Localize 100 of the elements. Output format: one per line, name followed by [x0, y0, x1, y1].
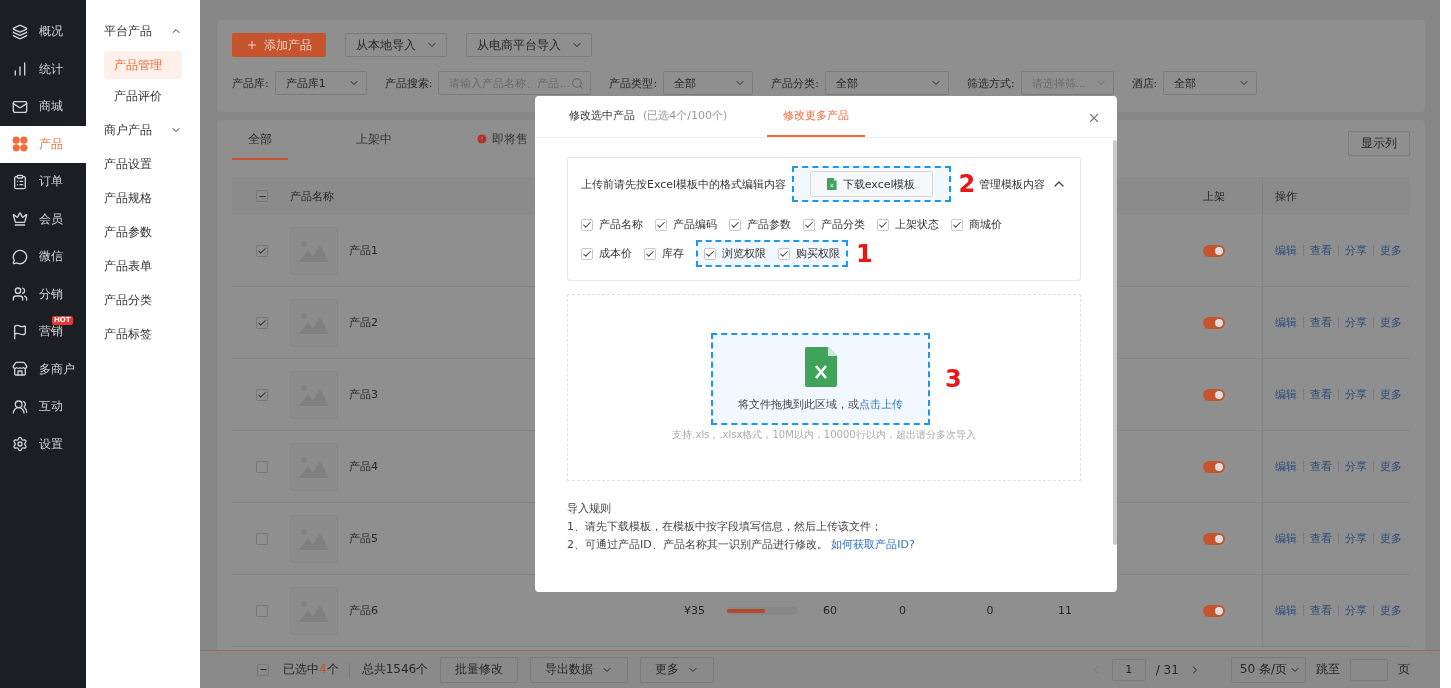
action-link[interactable]: 更多 — [1380, 243, 1402, 258]
page-size-select[interactable]: 50 条/页 — [1230, 656, 1306, 683]
checkbox[interactable] — [256, 244, 268, 257]
action-link[interactable]: 分享 — [1345, 387, 1367, 402]
action-link[interactable]: 更多 — [1380, 459, 1402, 474]
action-link[interactable]: 更多 — [1380, 603, 1402, 618]
sidebar-item[interactable]: 互动 — [0, 388, 86, 426]
checkbox-label[interactable]: 购买权限 — [796, 246, 840, 261]
toggle-switch[interactable] — [1203, 388, 1225, 401]
toggle-switch[interactable] — [1203, 532, 1225, 545]
manage-template-link[interactable]: 管理模板内容 — [979, 176, 1045, 192]
sidebar-item[interactable]: 概况 — [0, 13, 86, 51]
checkbox[interactable] — [256, 388, 268, 401]
help-link[interactable]: 如何获取产品ID? — [831, 538, 915, 551]
dialog-tab[interactable]: 修改选中产品 (已选4个/100个) — [569, 96, 728, 137]
nav-item[interactable]: 产品评价 — [104, 82, 182, 110]
batch-edit-button[interactable]: 批量修改 — [440, 656, 519, 683]
nav-item[interactable]: 产品标签 — [86, 317, 200, 351]
checkbox[interactable] — [256, 316, 268, 329]
sidebar-item[interactable]: 微信 — [0, 238, 86, 276]
action-link[interactable]: 查看 — [1310, 459, 1332, 474]
checkbox-label[interactable]: 产品编码 — [673, 217, 717, 232]
action-link[interactable]: 分享 — [1345, 243, 1367, 258]
action-link[interactable]: 查看 — [1310, 603, 1332, 618]
checkbox[interactable] — [257, 663, 269, 676]
checkbox[interactable] — [877, 218, 889, 231]
action-link[interactable]: 分享 — [1345, 459, 1367, 474]
columns-button[interactable]: 显示列 — [1348, 130, 1410, 156]
filter-select[interactable]: 产品库1 — [274, 71, 367, 95]
action-link[interactable]: 编辑 — [1275, 603, 1297, 618]
checkbox[interactable] — [581, 218, 593, 231]
action-link[interactable]: 编辑 — [1275, 387, 1297, 402]
checkbox[interactable] — [256, 604, 268, 617]
action-link[interactable]: 编辑 — [1275, 531, 1297, 546]
checkbox[interactable] — [803, 218, 815, 231]
tab[interactable]: 即将售 — [460, 120, 544, 160]
upload-link[interactable]: 点击上传 — [859, 397, 903, 411]
action-link[interactable]: 查看 — [1310, 243, 1332, 258]
dropdown-button[interactable]: 更多 — [640, 656, 715, 683]
toggle-switch[interactable] — [1203, 460, 1225, 473]
toggle-switch[interactable] — [1203, 604, 1225, 617]
checkbox[interactable] — [581, 247, 593, 260]
action-link[interactable]: 更多 — [1380, 315, 1402, 330]
action-link[interactable]: 分享 — [1345, 603, 1367, 618]
action-link[interactable]: 编辑 — [1275, 243, 1297, 258]
action-link[interactable]: 更多 — [1380, 387, 1402, 402]
action-link[interactable]: 查看 — [1310, 387, 1332, 402]
horizontal-scrollbar[interactable] — [727, 606, 797, 615]
checkbox[interactable] — [729, 218, 741, 231]
sidebar-item[interactable]: 产品 — [0, 125, 86, 163]
sidebar-item[interactable]: 多商户 — [0, 350, 86, 388]
upload-dropzone[interactable]: 将文件拖拽到此区域，或点击上传 3 支持.xls，.xlsx格式，10M以内，10000行以内，超出请分多次导入 — [567, 294, 1081, 481]
action-link[interactable]: 分享 — [1345, 315, 1367, 330]
checkbox[interactable] — [951, 218, 963, 231]
filter-select[interactable]: 全部 — [1163, 71, 1258, 95]
checkbox-label[interactable]: 产品参数 — [747, 217, 791, 232]
action-link[interactable]: 分享 — [1345, 531, 1367, 546]
toggle-switch[interactable] — [1203, 244, 1225, 257]
sidebar-item[interactable]: 分销 — [0, 275, 86, 313]
import-dropdown[interactable]: 从电商平台导入 — [466, 33, 592, 57]
sidebar-item[interactable]: 会员 — [0, 200, 86, 238]
checkbox[interactable] — [644, 247, 656, 260]
checkbox-label[interactable]: 浏览权限 — [722, 246, 766, 261]
import-dropdown[interactable]: 从本地导入 — [345, 33, 447, 57]
sidebar-item[interactable]: 统计 — [0, 50, 86, 88]
dropdown-button[interactable]: 导出数据 — [530, 656, 629, 683]
nav-group[interactable]: 平台产品 — [86, 14, 200, 48]
checkbox[interactable] — [704, 247, 716, 260]
checkbox-label[interactable]: 产品分类 — [821, 217, 865, 232]
checkbox[interactable] — [256, 532, 268, 545]
filter-select[interactable]: 全部 — [824, 71, 949, 95]
checkbox[interactable] — [256, 460, 268, 473]
page-input[interactable]: 1 — [1111, 658, 1146, 681]
nav-item[interactable]: 产品设置 — [86, 147, 200, 181]
dialog-tab[interactable]: 修改更多产品 — [767, 96, 866, 137]
checkbox-label[interactable]: 库存 — [662, 246, 684, 261]
nav-item[interactable]: 产品表单 — [86, 249, 200, 283]
checkbox-label[interactable]: 产品名称 — [599, 217, 643, 232]
action-link[interactable]: 查看 — [1310, 315, 1332, 330]
sidebar-item[interactable]: 订单 — [0, 163, 86, 201]
download-template-button[interactable]: 下载excel模板 — [810, 171, 933, 197]
sidebar-item[interactable]: 商城 — [0, 88, 86, 126]
sidebar-item[interactable]: 设置 — [0, 425, 86, 463]
nav-item[interactable]: 产品参数 — [86, 215, 200, 249]
checkbox[interactable] — [778, 247, 790, 260]
checkbox[interactable] — [256, 190, 268, 202]
filter-select[interactable]: 全部 — [663, 71, 754, 95]
nav-item[interactable]: 产品管理 — [104, 51, 182, 79]
tab[interactable]: 全部 — [232, 120, 288, 160]
nav-item[interactable]: 产品分类 — [86, 283, 200, 317]
nav-group[interactable]: 商户产品 — [86, 113, 200, 147]
checkbox-label[interactable]: 商城价 — [969, 217, 1002, 232]
action-link[interactable]: 更多 — [1380, 531, 1402, 546]
action-link[interactable]: 编辑 — [1275, 315, 1297, 330]
checkbox[interactable] — [655, 218, 667, 231]
add-product-button[interactable]: 添加产品 — [232, 33, 326, 57]
checkbox-label[interactable]: 上架状态 — [895, 217, 939, 232]
action-link[interactable]: 编辑 — [1275, 459, 1297, 474]
checkbox-label[interactable]: 成本价 — [599, 246, 632, 261]
scrollbar[interactable] — [1113, 140, 1117, 545]
